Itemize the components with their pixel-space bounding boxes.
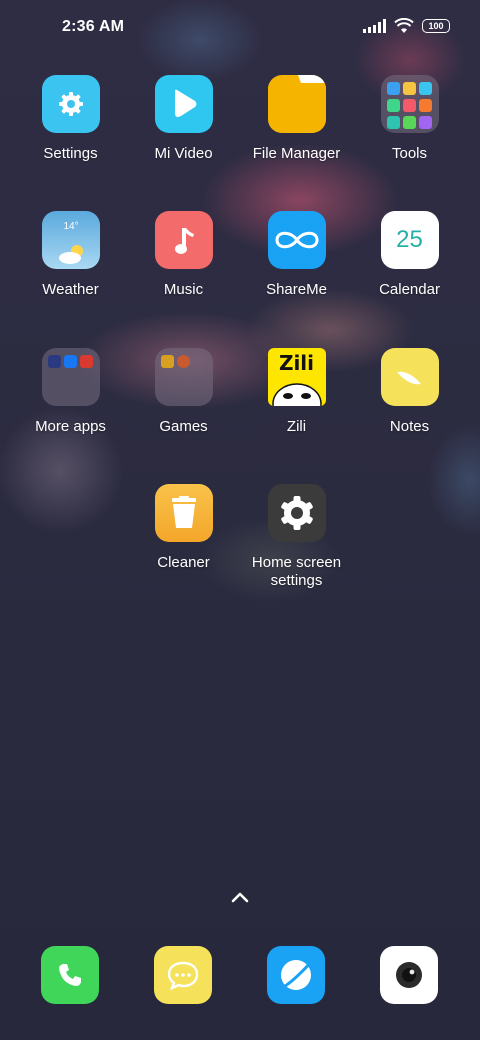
music-note-icon	[154, 211, 213, 269]
folder-games[interactable]: Games	[127, 348, 240, 436]
app-label: Tools	[391, 145, 428, 162]
settings-gear-icon	[41, 75, 100, 133]
calendar-icon: 25	[380, 211, 439, 269]
dock-messaging[interactable]	[154, 946, 212, 1004]
folder-icon	[41, 348, 100, 406]
chat-bubble-icon	[167, 961, 199, 990]
app-music[interactable]: Music	[127, 211, 240, 299]
app-label: Calendar	[379, 281, 440, 298]
app-label: Zili	[286, 418, 307, 435]
infinity-icon	[267, 211, 326, 269]
app-zili[interactable]: Zili Zili	[240, 348, 353, 436]
dock-browser[interactable]	[267, 946, 325, 1004]
app-label: Cleaner	[157, 554, 210, 571]
calendar-date: 25	[396, 226, 423, 253]
app-weather[interactable]: 14° Weather	[14, 211, 127, 299]
signal-icon	[363, 19, 386, 33]
app-calendar[interactable]: 25 Calendar	[353, 211, 466, 299]
settings-gear-icon	[267, 484, 326, 542]
app-label: Games	[159, 418, 208, 435]
phone-icon	[59, 964, 81, 986]
folder-icon	[154, 348, 213, 406]
folder-tools[interactable]: Tools	[353, 75, 466, 163]
dock-phone[interactable]	[41, 946, 99, 1004]
app-label: Mi Video	[154, 145, 213, 162]
app-settings[interactable]: Settings	[14, 75, 127, 163]
folder-icon	[267, 75, 326, 133]
dock-camera[interactable]	[380, 946, 438, 1004]
chevron-up-icon[interactable]	[228, 888, 252, 908]
status-bar: 2:36 AM 100	[0, 0, 480, 56]
folder-icon	[380, 75, 439, 133]
weather-cloud-sun-icon: 14°	[41, 211, 100, 269]
app-shareme[interactable]: ShareMe	[240, 211, 353, 299]
zili-logo-text: Zili	[278, 351, 315, 375]
app-cleaner[interactable]: Cleaner	[127, 484, 240, 572]
camera-icon	[396, 962, 422, 988]
app-label: Weather	[42, 281, 99, 298]
app-file-manager[interactable]: File Manager	[240, 75, 353, 163]
notes-leaf-icon	[380, 348, 439, 406]
status-time: 2:36 AM	[62, 18, 125, 35]
wifi-icon	[394, 18, 414, 33]
app-label: Notes	[389, 418, 430, 435]
folder-more-apps[interactable]: More apps	[14, 348, 127, 436]
app-home-screen-settings[interactable]: Home screen settings	[240, 484, 353, 590]
app-label: ShareMe	[266, 281, 327, 298]
app-label: Settings	[43, 145, 98, 162]
app-label: Music	[163, 281, 204, 298]
zili-logo-icon: Zili	[267, 348, 326, 406]
app-label: File Manager	[252, 145, 341, 162]
app-mi-video[interactable]: Mi Video	[127, 75, 240, 163]
trash-bin-icon	[154, 484, 213, 542]
browser-globe-icon	[281, 959, 314, 990]
app-notes[interactable]: Notes	[353, 348, 466, 436]
app-label: Home screen settings	[251, 554, 342, 589]
play-icon	[154, 75, 213, 133]
battery-icon: 100	[422, 19, 450, 33]
weather-temp: 14°	[63, 221, 79, 232]
app-label: More apps	[35, 418, 106, 435]
